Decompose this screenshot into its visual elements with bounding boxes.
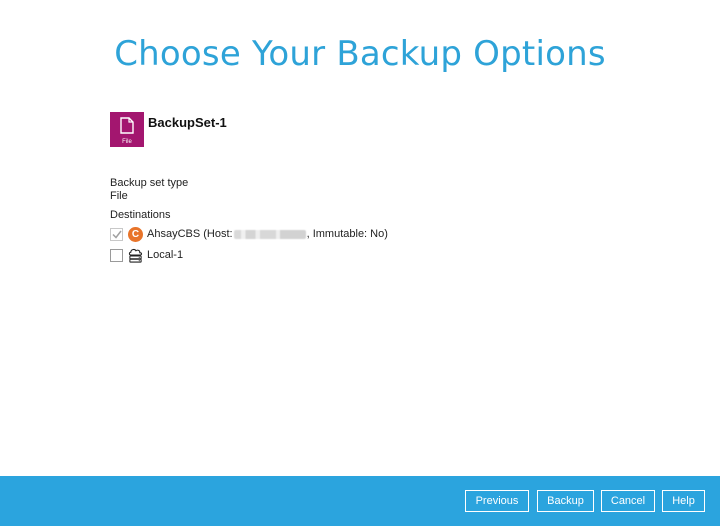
local-storage-icon bbox=[128, 248, 143, 263]
file-icon: File bbox=[110, 112, 144, 147]
previous-button[interactable]: Previous bbox=[465, 490, 529, 512]
backup-set-type-label: Backup set type bbox=[110, 177, 189, 189]
host-redacted bbox=[233, 229, 306, 239]
file-icon-label: File bbox=[122, 139, 132, 145]
help-button[interactable]: Help bbox=[662, 490, 705, 512]
destinations-label: Destinations bbox=[110, 209, 171, 221]
destination-label-local: Local-1 bbox=[147, 249, 184, 261]
ahsaycbs-icon: C bbox=[128, 226, 143, 242]
destination-name-prefix: AhsayCBS (Host: bbox=[147, 228, 233, 240]
destination-label-ahsaycbs: AhsayCBS (Host: , Immutable: No) bbox=[147, 228, 388, 240]
backup-set-name: BackupSet-1 bbox=[148, 115, 227, 130]
destination-name-suffix: , Immutable: No) bbox=[306, 228, 388, 240]
page-title: Choose Your Backup Options bbox=[114, 34, 606, 74]
destination-row-ahsaycbs: C AhsayCBS (Host: , Immutable: No) bbox=[110, 226, 388, 242]
destination-checkbox-local[interactable] bbox=[110, 248, 123, 262]
checkmark-icon bbox=[111, 230, 122, 239]
backup-set-header: File BackupSet-1 bbox=[110, 112, 227, 147]
cancel-button[interactable]: Cancel bbox=[601, 490, 655, 512]
backup-button[interactable]: Backup bbox=[537, 490, 594, 512]
destination-row-local: Local-1 bbox=[110, 247, 183, 263]
destination-checkbox-ahsaycbs[interactable] bbox=[110, 227, 123, 241]
backup-set-type-value: File bbox=[110, 190, 128, 202]
